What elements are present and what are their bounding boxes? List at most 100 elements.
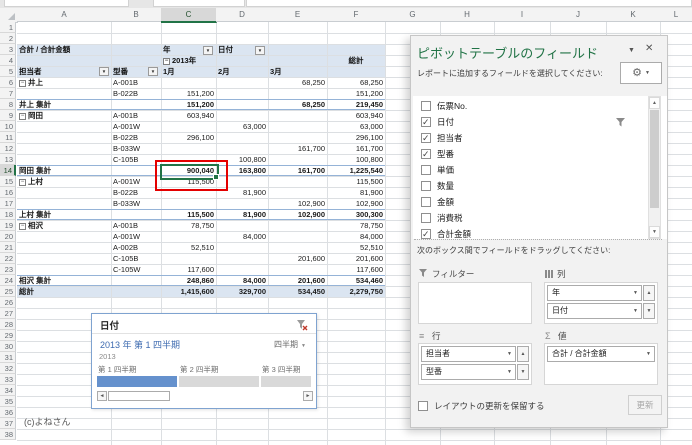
period-segment[interactable]	[261, 376, 311, 387]
field-list-item[interactable]: 合計金額	[421, 226, 651, 239]
row-header-22[interactable]: 22	[0, 253, 16, 264]
row-header-12[interactable]: 12	[0, 143, 16, 154]
row-header-11[interactable]: 11	[0, 132, 16, 143]
row-header-15[interactable]: 15	[0, 176, 16, 187]
row-header-8[interactable]: 8	[0, 99, 16, 110]
slicer-scroll-left-button[interactable]: ◄	[97, 391, 107, 401]
row-header-6[interactable]: 6	[0, 77, 16, 88]
slicer-scroll-right-button[interactable]: ►	[303, 391, 313, 401]
tools-gear-button[interactable]: ⚙▼	[620, 62, 662, 84]
period-segment[interactable]	[179, 376, 259, 387]
field-list-item[interactable]: 数量	[421, 178, 651, 194]
row-header-17[interactable]: 17	[0, 198, 16, 209]
row-header-7[interactable]: 7	[0, 88, 16, 99]
row-header-21[interactable]: 21	[0, 242, 16, 253]
field-list-item[interactable]: 金額	[421, 194, 651, 210]
fx-area[interactable]	[153, 0, 245, 7]
row-header-24[interactable]: 24	[0, 275, 16, 286]
column-header-G[interactable]: G	[385, 8, 441, 22]
area-field-pill[interactable]: 型番▼	[421, 364, 516, 380]
column-header-B[interactable]: B	[111, 8, 162, 22]
formula-bar[interactable]	[246, 0, 692, 7]
scroll-up-icon[interactable]: ▲	[517, 346, 529, 362]
row-header-29[interactable]: 29	[0, 330, 16, 341]
column-header-K[interactable]: K	[606, 8, 661, 22]
row-header-38[interactable]: 38	[0, 429, 16, 440]
row-header-25[interactable]: 25	[0, 286, 16, 297]
date-timeline-slicer[interactable]: 日付 2013 年 第 1 四半期 四半期▼ 2013 第 1 四半期第 2 四…	[91, 313, 317, 409]
column-header-L[interactable]: L	[660, 8, 692, 22]
row-header-4[interactable]: 4	[0, 55, 16, 66]
period-segment[interactable]	[97, 376, 177, 387]
row-header-27[interactable]: 27	[0, 308, 16, 319]
row-header-23[interactable]: 23	[0, 264, 16, 275]
field-checkbox[interactable]	[421, 133, 431, 143]
row-header-13[interactable]: 13	[0, 154, 16, 165]
row-header-3[interactable]: 3	[0, 44, 16, 55]
pane-options-icon[interactable]: ▼	[628, 47, 635, 54]
field-list-item[interactable]: 伝票No.	[421, 98, 651, 114]
row-header-18[interactable]: 18	[0, 209, 16, 220]
row-header-37[interactable]: 37	[0, 418, 16, 429]
field-list-item[interactable]: 消費税	[421, 210, 651, 226]
row-header-36[interactable]: 36	[0, 407, 16, 418]
field-checkbox[interactable]	[421, 101, 431, 111]
field-list-item[interactable]: 日付	[421, 114, 651, 130]
row-header-33[interactable]: 33	[0, 374, 16, 385]
row-header-35[interactable]: 35	[0, 396, 16, 407]
field-checkbox[interactable]	[421, 181, 431, 191]
field-list-item[interactable]: 型番	[421, 146, 651, 162]
column-header-F[interactable]: F	[327, 8, 386, 22]
area-field-pill[interactable]: 日付▼	[547, 303, 642, 319]
field-checkbox[interactable]	[421, 165, 431, 175]
row-header-14[interactable]: 14	[0, 165, 16, 176]
column-header-D[interactable]: D	[216, 8, 269, 22]
field-checkbox[interactable]	[421, 149, 431, 159]
row-header-2[interactable]: 2	[0, 33, 16, 44]
field-checkbox[interactable]	[421, 213, 431, 223]
column-header-E[interactable]: E	[268, 8, 328, 22]
defer-layout-checkbox[interactable]	[418, 401, 428, 411]
row-header-30[interactable]: 30	[0, 341, 16, 352]
field-checkbox[interactable]	[421, 197, 431, 207]
row-header-10[interactable]: 10	[0, 121, 16, 132]
row-header-9[interactable]: 9	[0, 110, 16, 121]
row-header-34[interactable]: 34	[0, 385, 16, 396]
row-header-19[interactable]: 19	[0, 220, 16, 231]
rows-area-box[interactable]: 担当者▼ 型番▼ ▲ ▼	[418, 343, 532, 385]
column-header-A[interactable]: A	[17, 8, 112, 22]
row-header-31[interactable]: 31	[0, 352, 16, 363]
field-list-scrollbar[interactable]: ▲ ▼	[648, 96, 661, 239]
scrollbar-thumb[interactable]	[650, 110, 659, 208]
scroll-down-icon[interactable]: ▼	[517, 364, 529, 380]
field-checkbox[interactable]	[421, 117, 431, 127]
row-header-26[interactable]: 26	[0, 297, 16, 308]
clear-filter-icon[interactable]	[296, 318, 308, 330]
field-list-item[interactable]: 単価	[421, 162, 651, 178]
area-field-pill[interactable]: 年▼	[547, 285, 642, 301]
column-header-I[interactable]: I	[494, 8, 551, 22]
area-field-pill[interactable]: 合計 / 合計金額▼	[547, 346, 655, 362]
column-header-H[interactable]: H	[440, 8, 495, 22]
field-list-item[interactable]: 担当者	[421, 130, 651, 146]
column-header-C[interactable]: C	[161, 8, 217, 23]
area-field-pill[interactable]: 担当者▼	[421, 346, 516, 362]
field-checkbox[interactable]	[421, 229, 431, 239]
scroll-down-icon[interactable]: ▼	[649, 226, 660, 238]
close-icon[interactable]: ✕	[645, 43, 653, 54]
values-area-box[interactable]: 合計 / 合計金額▼	[544, 343, 658, 385]
row-header-5[interactable]: 5	[0, 66, 16, 77]
scroll-up-icon[interactable]: ▲	[643, 285, 655, 301]
column-header-J[interactable]: J	[550, 8, 607, 22]
time-level-dropdown[interactable]: 四半期▼	[274, 339, 306, 350]
row-header-16[interactable]: 16	[0, 187, 16, 198]
row-header-20[interactable]: 20	[0, 231, 16, 242]
name-box[interactable]	[4, 0, 129, 7]
slicer-scrollbar-thumb[interactable]	[108, 391, 170, 401]
update-button[interactable]: 更新	[628, 395, 662, 415]
row-header-1[interactable]: 1	[0, 22, 16, 33]
columns-area-box[interactable]: 年▼ 日付▼ ▲ ▼	[544, 282, 658, 324]
scroll-down-icon[interactable]: ▼	[643, 303, 655, 319]
row-header-28[interactable]: 28	[0, 319, 16, 330]
row-header-32[interactable]: 32	[0, 363, 16, 374]
